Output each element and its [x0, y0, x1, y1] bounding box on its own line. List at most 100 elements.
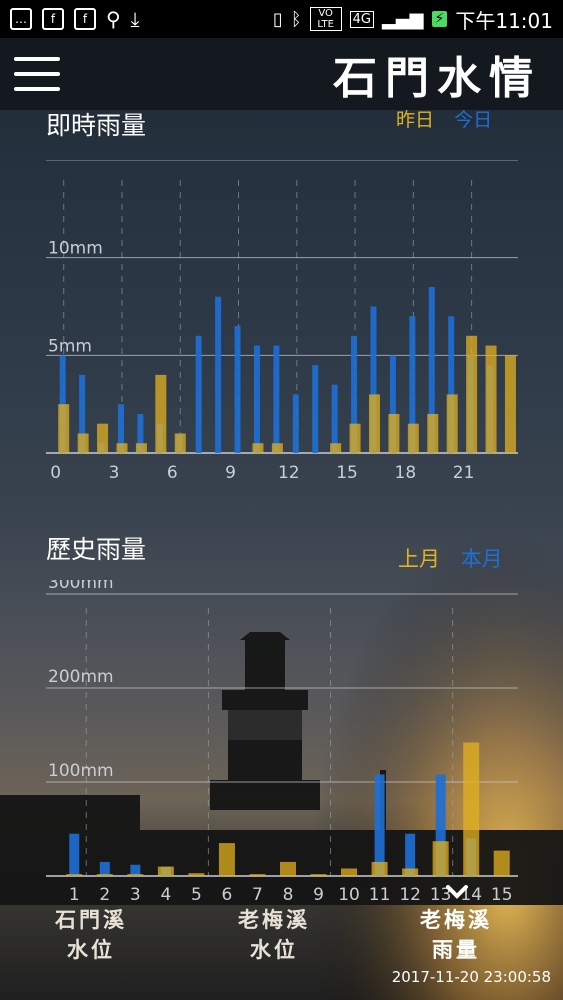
bar-yesterday — [330, 443, 342, 453]
tab-shimen-water-level[interactable]: 石門溪 水位 — [36, 905, 146, 965]
x-tick-label: 15 — [336, 463, 358, 483]
battery-charging-icon: ⚡ — [431, 11, 448, 27]
bar-yesterday — [446, 394, 458, 453]
bar-last-month — [249, 874, 266, 876]
tab-label-line2: 水位 — [67, 937, 115, 962]
y-tick-label: 5mm — [48, 336, 92, 356]
bar-yesterday — [116, 443, 128, 453]
y-tick-label: 200mm — [48, 667, 114, 687]
history-legend: 上月 本月 — [398, 543, 503, 573]
x-tick-label: 12 — [399, 885, 421, 905]
bar-today — [253, 345, 260, 453]
tab-label-line2: 雨量 — [432, 937, 480, 962]
bar-today — [292, 394, 299, 453]
x-tick-label: 15 — [491, 885, 513, 905]
bar-yesterday — [407, 423, 419, 453]
bar-today — [234, 326, 241, 453]
bluetooth-icon: ᛒ — [290, 8, 302, 30]
x-tick-label: 9 — [313, 885, 324, 905]
bar-yesterday — [77, 433, 89, 453]
legend-this-month: 本月 — [460, 547, 503, 571]
bar-today — [195, 335, 202, 453]
tab-laomei-water-level[interactable]: 老梅溪 水位 — [219, 905, 329, 965]
bar-yesterday — [97, 423, 109, 453]
history-rain-chart: 100mm200mm300mm1 2 3 4 5 6 7 8 9 10 11 12 13 14 15 — [46, 580, 518, 905]
bar-yesterday — [466, 335, 478, 453]
bar-yesterday — [155, 374, 167, 453]
x-tick-label: 1 — [69, 885, 80, 905]
bar-last-month — [188, 873, 205, 876]
vibrate-icon: ▯ — [272, 8, 283, 30]
bar-last-month — [218, 843, 235, 876]
x-tick-label: 6 — [222, 885, 233, 905]
bar-last-month — [371, 861, 388, 876]
bar-this-month — [69, 833, 80, 876]
bar-today — [331, 384, 338, 453]
status-bar: … f f ⚲ ⤓ ▯ ᛒ VO LTE 4G ▂▄▆ ⚡ 下午11:01 — [0, 0, 563, 38]
hamburger-menu-icon[interactable] — [14, 57, 60, 91]
y-tick-label: 100mm — [48, 761, 114, 781]
download-icon: ⤓ — [130, 7, 140, 31]
tab-label-line2: 水位 — [250, 937, 298, 962]
bar-last-month — [402, 868, 419, 876]
x-tick-label: 7 — [252, 885, 263, 905]
x-tick-label: 11 — [369, 885, 391, 905]
signal-icon: ▂▄▆ — [381, 8, 424, 30]
bar-yesterday — [504, 355, 516, 453]
x-tick-label: 8 — [283, 885, 294, 905]
bar-today — [312, 365, 319, 453]
bar-last-month — [493, 850, 510, 876]
x-tick-label: 6 — [167, 463, 178, 483]
bar-last-month — [432, 841, 449, 876]
realtime-rain-title: 即時雨量 — [46, 111, 147, 140]
realtime-legend: 昨日 今日 — [396, 105, 492, 132]
bar-yesterday — [427, 413, 439, 453]
bar-this-month — [374, 774, 385, 876]
chevron-down-icon — [446, 885, 468, 899]
realtime-rain-chart: 5mm 10mm 15mm 0 3 6 9 12 15 18 21 — [46, 160, 518, 483]
bar-yesterday — [252, 443, 264, 453]
message-icon: … — [10, 8, 32, 30]
bar-yesterday — [388, 413, 400, 453]
keyhole-icon: ⚲ — [106, 7, 121, 31]
bar-last-month — [96, 874, 113, 876]
tab-label-line1: 老梅溪 — [420, 907, 492, 932]
x-tick-label: 0 — [50, 463, 61, 483]
bar-last-month — [66, 874, 83, 876]
facebook-icon: f — [74, 8, 96, 30]
x-tick-label: 12 — [278, 463, 300, 483]
bar-this-month — [99, 861, 110, 876]
tab-label-line1: 老梅溪 — [238, 907, 310, 932]
legend-yesterday: 昨日 — [396, 109, 435, 131]
bar-last-month — [310, 874, 327, 876]
bar-yesterday — [368, 394, 380, 453]
bar-yesterday — [135, 443, 147, 453]
bar-last-month — [157, 866, 174, 876]
x-tick-label: 4 — [160, 885, 171, 905]
x-tick-label: 2 — [99, 885, 110, 905]
tab-laomei-rainfall[interactable]: 老梅溪 雨量 — [401, 905, 511, 965]
facebook-icon: f — [42, 8, 64, 30]
update-timestamp: 2017-11-20 23:00:58 — [391, 968, 551, 986]
x-tick-label: 3 — [109, 463, 120, 483]
bar-yesterday — [271, 443, 283, 453]
x-tick-label: 9 — [225, 463, 236, 483]
bar-today — [273, 345, 280, 453]
app-bar: 石門水情 — [0, 38, 563, 110]
network-4g-icon: 4G — [349, 10, 374, 28]
y-tick-label: 300mm — [48, 580, 114, 593]
legend-last-month: 上月 — [398, 547, 440, 571]
bar-today — [215, 296, 222, 453]
x-tick-label: 5 — [191, 885, 202, 905]
legend-today: 今日 — [454, 109, 493, 131]
bar-last-month — [463, 742, 480, 876]
bar-yesterday — [485, 345, 497, 453]
x-tick-label: 21 — [453, 463, 475, 483]
status-time: 下午11:01 — [455, 8, 553, 33]
bar-yesterday — [58, 404, 70, 453]
y-tick-label: 15mm — [48, 160, 103, 161]
history-rain-title: 歷史雨量 — [46, 535, 147, 564]
x-tick-label: 18 — [395, 463, 417, 483]
y-tick-label: 10mm — [48, 239, 103, 259]
tab-label-line1: 石門溪 — [55, 907, 127, 932]
